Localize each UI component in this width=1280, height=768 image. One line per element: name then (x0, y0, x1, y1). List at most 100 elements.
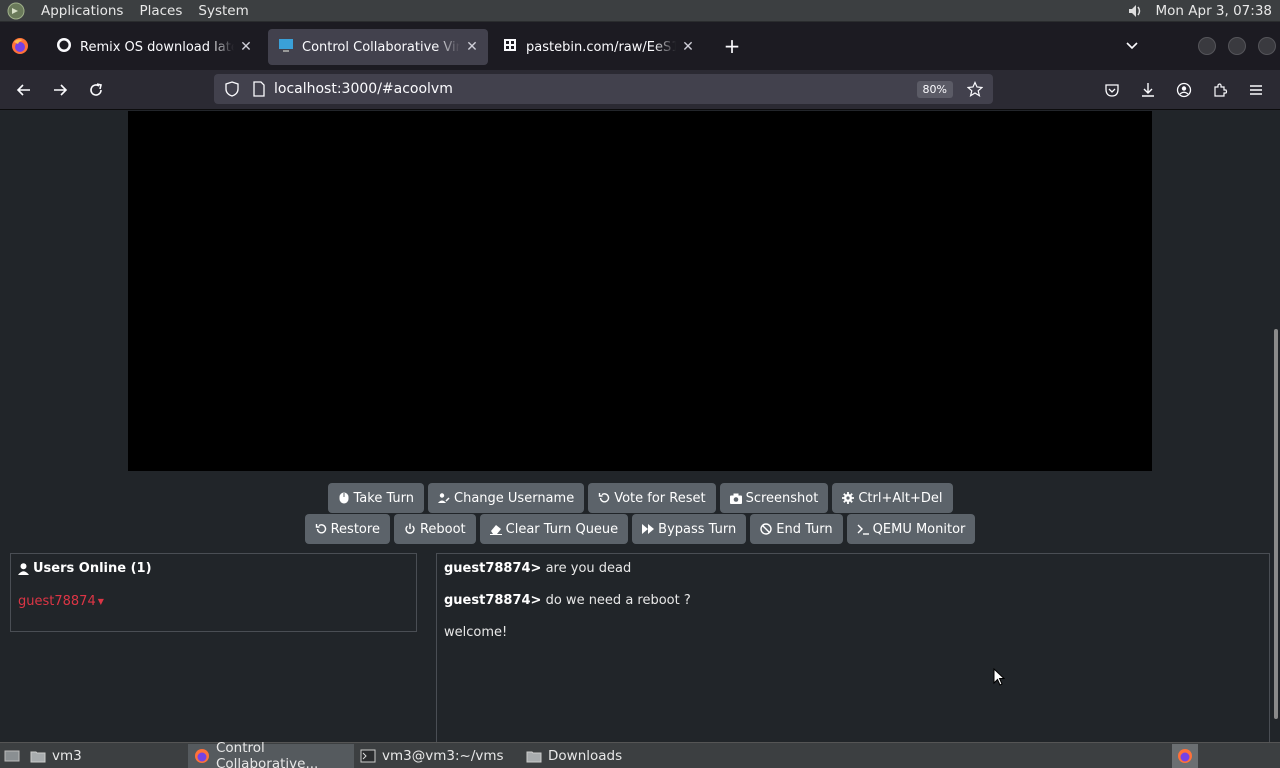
scrollbar-thumb[interactable] (1274, 329, 1278, 719)
user-list-item[interactable]: guest78874 ▼ (18, 594, 104, 609)
qemu-monitor-button[interactable]: QEMU Monitor (846, 514, 976, 544)
url-text[interactable]: localhost:3000/#acoolvm (274, 81, 917, 97)
button-label: End Turn (776, 521, 833, 537)
show-desktop-icon (4, 748, 20, 764)
system-top-panel: Applications Places System Mon Apr 3, 07… (0, 0, 1280, 22)
places-menu[interactable]: Places (131, 0, 190, 22)
button-label: Restore (330, 521, 380, 537)
minimize-window-button[interactable] (1198, 37, 1216, 55)
end-turn-button[interactable]: End Turn (750, 514, 843, 544)
clear-turn-queue-button[interactable]: Clear Turn Queue (479, 514, 629, 544)
volume-icon[interactable] (1124, 2, 1146, 20)
button-label: Clear Turn Queue (505, 521, 619, 537)
close-icon[interactable]: ✕ (238, 39, 254, 55)
folder-icon (30, 748, 46, 764)
downloads-icon[interactable] (1130, 74, 1166, 106)
page-scrollbar[interactable] (1272, 111, 1280, 742)
taskbar-item-label: Control Collaborative... (216, 739, 319, 768)
mouse-pointer-icon (993, 667, 1006, 690)
vm-display-screen[interactable] (128, 111, 1152, 471)
close-window-button[interactable] (1258, 37, 1276, 55)
taskbar-item-label: vm3@vm3:~/vms (382, 747, 504, 764)
eraser-icon (489, 523, 502, 535)
take-turn-button[interactable]: Take Turn (327, 483, 425, 513)
account-icon[interactable] (1166, 74, 1202, 106)
tab-control-collaborative[interactable]: Control Collaborative Virtual ✕ (268, 29, 488, 65)
pastebin-icon (502, 37, 518, 57)
users-online-panel: Users Online (1) guest78874 ▼ (10, 553, 417, 632)
reboot-button[interactable]: Reboot (393, 514, 476, 544)
close-icon[interactable]: ✕ (464, 39, 480, 55)
maximize-window-button[interactable] (1228, 37, 1246, 55)
hamburger-menu-icon[interactable] (1238, 74, 1274, 106)
button-label: Reboot (419, 521, 466, 537)
button-label: Take Turn (353, 490, 415, 506)
tab-title: pastebin.com/raw/EeS1nz7C (526, 39, 676, 55)
taskbar-item-firefox[interactable]: Control Collaborative... (188, 740, 354, 768)
extensions-icon[interactable] (1202, 74, 1238, 106)
taskbar-item-label: vm3 (52, 747, 82, 764)
reload-icon[interactable] (78, 74, 114, 106)
page-content: Take Turn Change Username Vote for Reset… (0, 111, 1280, 742)
button-label: Vote for Reset (614, 490, 706, 506)
folder-icon (526, 748, 542, 764)
terminal-icon (857, 523, 869, 535)
screenshot-button[interactable]: Screenshot (719, 483, 829, 513)
vote-for-reset-button[interactable]: Vote for Reset (588, 483, 716, 513)
restore-button[interactable]: Restore (304, 514, 390, 544)
fast-forward-icon (642, 523, 655, 535)
person-edit-icon (438, 492, 450, 504)
username[interactable]: guest78874 (18, 594, 96, 609)
system-menu[interactable]: System (190, 0, 256, 22)
button-label: Screenshot (745, 490, 819, 506)
taskbar-item-downloads[interactable]: Downloads (520, 744, 686, 768)
vm-controls-row-1: Take Turn Change Username Vote for Reset… (0, 483, 1280, 513)
pocket-icon[interactable] (1094, 74, 1130, 106)
close-icon[interactable]: ✕ (680, 39, 696, 55)
chat-message: welcome! (444, 625, 507, 640)
show-desktop-button[interactable] (0, 744, 24, 768)
change-username-button[interactable]: Change Username (428, 483, 585, 513)
dropdown-caret-icon[interactable]: ▼ (98, 597, 104, 606)
applications-menu[interactable]: Applications (33, 0, 131, 22)
bottom-taskbar: vm3 Control Collaborative... vm3@vm3:~/v… (0, 740, 1280, 768)
power-icon (404, 523, 416, 535)
tab-pastebin[interactable]: pastebin.com/raw/EeS1nz7C ✕ (492, 29, 704, 65)
browser-tab-strip: Remix OS download latest v ✕ Control Col… (0, 22, 1280, 70)
tab-title: Control Collaborative Virtual (302, 39, 460, 55)
url-bar[interactable]: localhost:3000/#acoolvm 80% (214, 74, 993, 104)
taskbar-item-terminal[interactable]: vm3@vm3:~/vms (354, 744, 520, 768)
monitor-icon (278, 37, 294, 57)
person-icon (18, 562, 29, 575)
zoom-level-badge[interactable]: 80% (916, 80, 953, 98)
page-icon[interactable] (248, 81, 270, 97)
new-tab-button[interactable]: + (716, 30, 748, 62)
firefox-view-icon[interactable] (0, 22, 40, 70)
firefox-icon (194, 748, 210, 764)
github-icon (56, 37, 72, 57)
button-label: QEMU Monitor (872, 521, 966, 537)
reset-icon (598, 492, 610, 504)
restore-icon (315, 523, 327, 535)
back-icon[interactable] (6, 74, 42, 106)
forward-icon[interactable] (42, 74, 78, 106)
bypass-turn-button[interactable]: Bypass Turn (632, 514, 747, 544)
chat-text: do we need a reboot ? (545, 593, 691, 608)
distro-logo-icon[interactable] (7, 2, 25, 20)
tray-firefox-icon[interactable] (1172, 743, 1198, 768)
tab-remix-os[interactable]: Remix OS download latest v ✕ (46, 29, 262, 65)
browser-navbar: localhost:3000/#acoolvm 80% (0, 70, 1280, 110)
terminal-icon (360, 748, 376, 764)
gear-icon (842, 492, 855, 504)
chat-text: welcome! (444, 625, 508, 640)
vm-controls-row-2: Restore Reboot Clear Turn Queue Bypass T… (0, 514, 1280, 544)
taskbar-item-vm3[interactable]: vm3 (24, 744, 184, 768)
ctrl-alt-del-button[interactable]: Ctrl+Alt+Del (832, 483, 953, 513)
mouse-icon (338, 492, 350, 504)
tracking-protection-shield-icon[interactable] (216, 81, 248, 97)
camera-icon (729, 492, 742, 504)
tab-title: Remix OS download latest v (80, 39, 234, 55)
clock[interactable]: Mon Apr 3, 07:38 (1150, 3, 1280, 19)
bookmark-star-icon[interactable] (961, 81, 989, 97)
list-all-tabs-icon[interactable] (1116, 30, 1148, 62)
